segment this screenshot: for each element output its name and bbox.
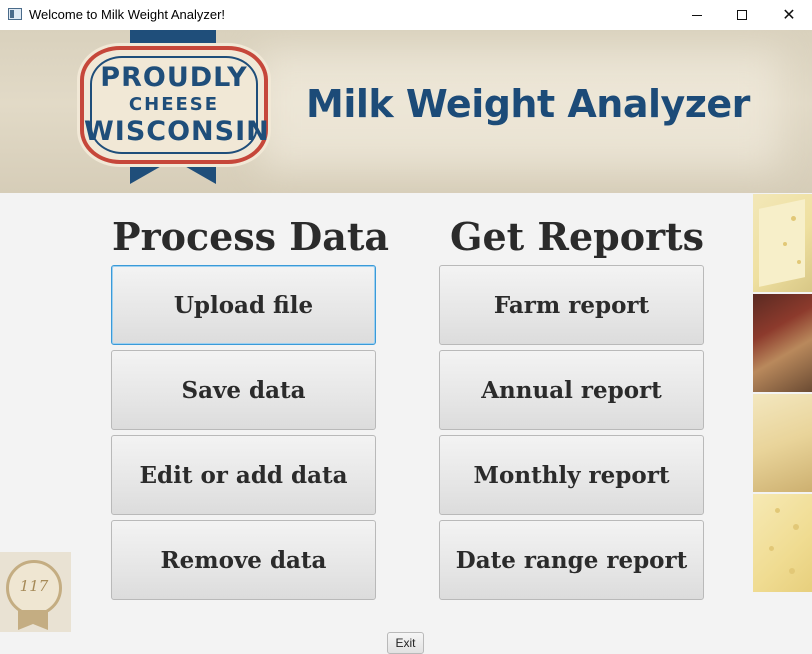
holey-cheese-image xyxy=(753,494,812,592)
process-data-heading: Process Data xyxy=(112,214,390,259)
cured-meat-image xyxy=(753,294,812,392)
cheese-hole xyxy=(789,568,795,574)
annual-report-button[interactable]: Annual report xyxy=(439,350,704,430)
award-number: 117 xyxy=(19,577,49,595)
logo-text-wisconsin: WISCONSIN xyxy=(84,116,270,147)
cheese-hole xyxy=(775,508,780,513)
maximize-button[interactable] xyxy=(719,0,765,30)
window-title: Welcome to Milk Weight Analyzer! xyxy=(29,7,226,22)
cheese-hole xyxy=(769,546,774,551)
award-seal-image: 117 xyxy=(0,552,71,632)
save-data-button[interactable]: Save data xyxy=(111,350,376,430)
close-button[interactable]: ✕ xyxy=(766,0,812,30)
award-seal: 117 xyxy=(6,560,62,616)
close-icon: ✕ xyxy=(782,7,796,24)
get-reports-heading: Get Reports xyxy=(450,214,705,259)
minimize-button[interactable] xyxy=(674,0,720,30)
logo-text-proudly: PROUDLY xyxy=(100,62,248,93)
edit-or-add-data-button[interactable]: Edit or add data xyxy=(111,435,376,515)
swiss-cheese-image xyxy=(753,194,812,292)
app-window-icon xyxy=(8,8,22,20)
date-range-report-button[interactable]: Date range report xyxy=(439,520,704,600)
cheese-hole xyxy=(783,242,787,246)
cheese-hole xyxy=(793,524,799,530)
window-titlebar: Welcome to Milk Weight Analyzer! ✕ xyxy=(0,0,812,30)
cheese-hole xyxy=(791,216,796,221)
minimize-icon xyxy=(692,14,702,16)
exit-button[interactable]: Exit xyxy=(387,632,424,654)
hard-cheese-image xyxy=(753,394,812,492)
farm-report-button[interactable]: Farm report xyxy=(439,265,704,345)
remove-data-button[interactable]: Remove data xyxy=(111,520,376,600)
proudly-wisconsin-cheese-logo: PROUDLY CHEESE WISCONSIN xyxy=(80,46,270,164)
maximize-icon xyxy=(737,10,747,20)
monthly-report-button[interactable]: Monthly report xyxy=(439,435,704,515)
header-banner: PROUDLY CHEESE WISCONSIN Milk Weight Ana… xyxy=(0,30,812,193)
app-title: Milk Weight Analyzer xyxy=(306,82,750,126)
award-ribbon xyxy=(18,610,48,630)
logo-text-cheese: CHEESE xyxy=(128,94,220,115)
cheese-hole xyxy=(797,260,801,264)
upload-file-button[interactable]: Upload file xyxy=(111,265,376,345)
